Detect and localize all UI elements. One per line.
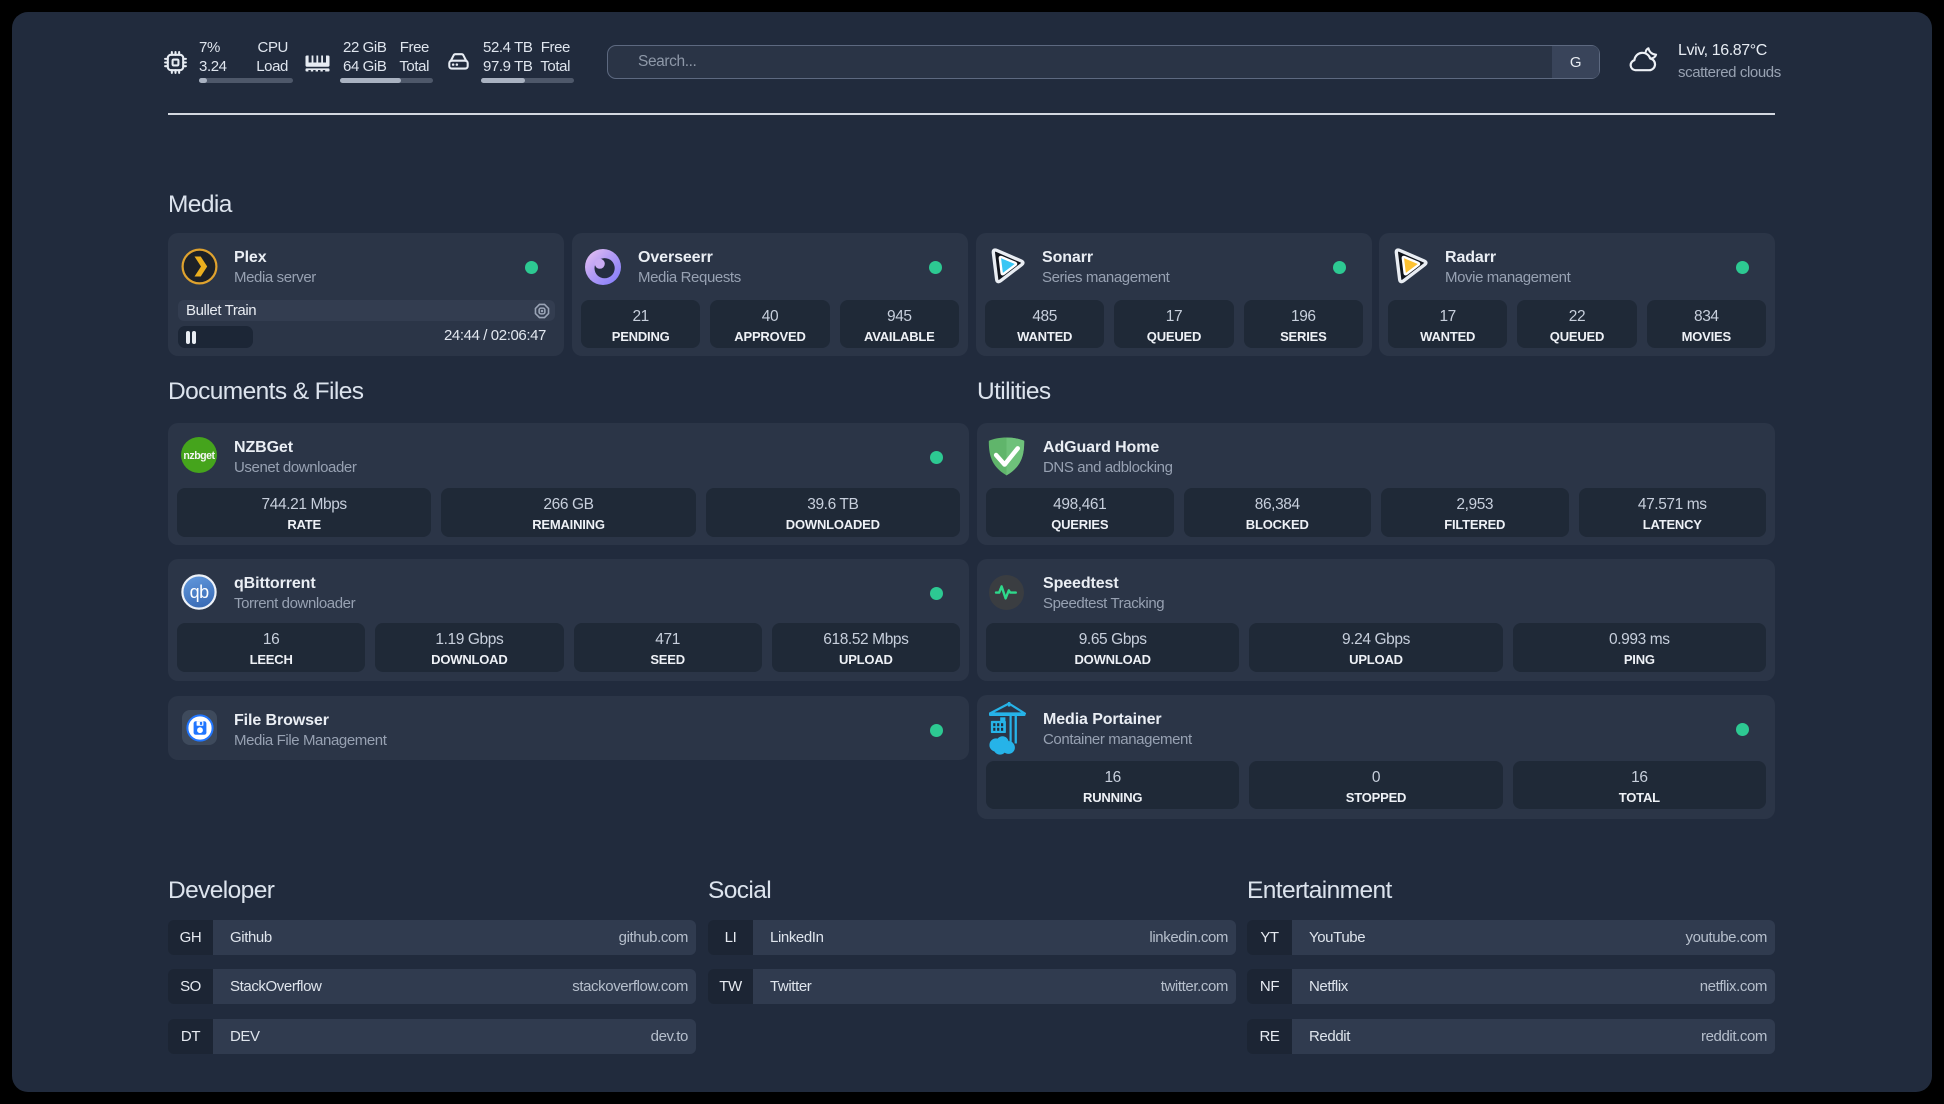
svg-text:qb: qb xyxy=(190,582,210,602)
svg-text:nzbget: nzbget xyxy=(183,450,215,462)
